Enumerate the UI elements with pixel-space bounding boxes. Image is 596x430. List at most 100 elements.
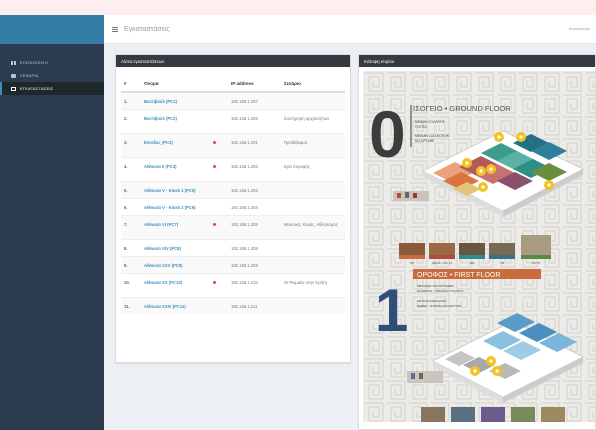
scenario-name: Οι Ρωμαίοι στην Κρήτη (281, 272, 345, 297)
scenario-name (281, 91, 345, 109)
status-cell (210, 132, 228, 157)
first-floor-line: GREEK - ROMAN COLLECTION (417, 304, 461, 308)
installation-name-link[interactable]: Αίθουσα XIV (PC8) (141, 238, 210, 256)
first-floor-line: ΜΙΝΩΙΚΕΣ ΤΟΙΧΟΓΡΑΦΙΕΣ (417, 284, 454, 288)
user-menu[interactable]: Anonymous (569, 26, 590, 31)
legend-label: ΝΕΟΛ. + ΠΑ. Μ (432, 261, 452, 265)
dashboard-icon (11, 60, 16, 65)
ip-address: 192.168.1.210 (228, 272, 281, 297)
page-title: Εγκαταστάσεις (124, 25, 170, 33)
ip-address: 192.168.1.208 (228, 238, 281, 256)
panel-title: Λίστα εγκαταστάσεων (116, 55, 350, 67)
table-row: 1. Βεστιβούλ (PC1) 192.168.1.207 (121, 91, 345, 109)
status-cell (210, 108, 228, 133)
ip-address: 192.168.1.203 (228, 180, 281, 198)
status-cell (210, 296, 228, 314)
row-number: 1. (121, 91, 141, 109)
installation-name-link[interactable]: Αίθουσα VI (PC7) (141, 214, 210, 239)
menu-toggle-icon[interactable] (112, 26, 118, 32)
row-number: 5. (121, 180, 141, 198)
status-cell (210, 272, 228, 297)
row-number: 3. (121, 132, 141, 157)
scenario-name (281, 255, 345, 273)
row-number: 4. (121, 156, 141, 181)
monitor-icon (11, 86, 16, 91)
sidebar-item-scenarios[interactable]: ΣΕΝΑΡΙΑ (0, 69, 104, 82)
legend-label: ΜΜ (470, 261, 475, 265)
table-row: 9. Αίθουσα XXV (PC9) 192.168.1.209 (121, 255, 345, 273)
installation-name-link[interactable]: Είσοδος (PC3) (141, 132, 210, 157)
scenario-name: Ιερά Κορυφής (281, 156, 345, 181)
status-cell (210, 238, 228, 256)
ground-floor-number: 0 (369, 97, 406, 171)
status-dot-icon (213, 140, 216, 144)
ip-address: 192.168.1.204 (228, 197, 281, 215)
ip-address: 192.168.1.202 (228, 156, 281, 181)
scenario-name (281, 197, 345, 215)
column-header: Όνομα (141, 75, 210, 93)
row-number: 9. (121, 255, 141, 273)
status-cell (210, 197, 228, 215)
floor-plan-image: 0 ΙΣΟΓΕΙΟ • GROUND FLOOR ΜΙΝΩΙΚΗ ΣΥΛΛΟΓΗ… (363, 71, 595, 422)
ground-floor-line: ΓΛΥΠΤΑ (415, 125, 427, 129)
sidebar-item-label: ΕΓΚΑΤΑΣΤΑΣΕΙΣ (20, 86, 54, 91)
installation-name-link[interactable]: Αίθουσα V - Kiosk 1 (PC5) (141, 180, 210, 198)
ip-address: 192.168.1.201 (228, 132, 281, 157)
legend-label: ΥΜ (500, 261, 505, 265)
ground-floor-heading: ΙΣΟΓΕΙΟ • GROUND FLOOR (413, 104, 511, 113)
table-row: 2. Βεστιβούλ (PC2) 192.168.1.206 Συντήρηση … (121, 108, 345, 133)
installation-name-link[interactable]: Βεστιβούλ (PC1) (141, 91, 210, 109)
sidebar: ΕΠΙΣΚΟΠΗΣΗ ΣΕΝΑΡΙΑ ΕΓΚΑΤΑΣΤΑΣΕΙΣ (0, 15, 104, 430)
status-cell (210, 255, 228, 273)
row-number: 7. (121, 214, 141, 239)
sidebar-item-label: ΣΕΝΑΡΙΑ (20, 73, 39, 78)
table-row: 6. Αίθουσα V - Kiosk 2 (PC6) 192.168.1.204 (121, 197, 345, 215)
status-cell (210, 180, 228, 198)
legend-label: ΓΛΥΠΤ (532, 261, 541, 265)
ip-address: 192.168.1.209 (228, 255, 281, 273)
table-row: 4. Αίθουσα ΙΙ (PC4) 192.168.1.202 Ιερά Κορυ… (121, 156, 345, 181)
scenario-name: Προθάλαμος (281, 132, 345, 157)
floor-plan-svg: 0 ΙΣΟΓΕΙΟ • GROUND FLOOR ΜΙΝΩΙΚΗ ΣΥΛΛΟΓΗ… (363, 71, 595, 422)
row-number: 8. (121, 238, 141, 256)
row-number: 11. (121, 296, 141, 314)
status-dot-icon (213, 222, 216, 226)
sidebar-logo (0, 15, 104, 44)
floor-plan-panel: Κάτοψη κτιρίου 0 ΙΣΟΓΕΙΟ • GROUND FLOOR … (358, 54, 596, 430)
top-header: Εγκαταστάσεις Anonymous (104, 15, 596, 44)
row-number: 10. (121, 272, 141, 297)
legend-label: ΓΛΥ (410, 261, 415, 265)
scenario-name: Μουσική, Χορός, Αθλητισμός (281, 214, 345, 239)
column-header: IP address (228, 75, 281, 93)
column-header (210, 75, 228, 93)
sidebar-item-overview[interactable]: ΕΠΙΣΚΟΠΗΣΗ (0, 56, 104, 69)
status-cell (210, 214, 228, 239)
installation-name-link[interactable]: Αίθουσα V - Kiosk 2 (PC6) (141, 197, 210, 215)
installation-name-link[interactable]: Βεστιβούλ (PC2) (141, 108, 210, 133)
panel-title: Κάτοψη κτιρίου (359, 55, 595, 67)
column-header: Σενάριο (281, 75, 345, 93)
sidebar-item-installations[interactable]: ΕΓΚΑΤΑΣΤΑΣΕΙΣ (0, 82, 104, 95)
ip-address: 192.168.1.211 (228, 296, 281, 314)
top-strip (0, 0, 596, 15)
installation-name-link[interactable]: Αίθουσα XXIV (PC11) (141, 296, 210, 314)
installation-name-link[interactable]: Αίθουσα ΙΙ (PC4) (141, 156, 210, 181)
installation-name-link[interactable]: Αίθουσα XX (PC10) (141, 272, 210, 297)
column-header: # (121, 75, 141, 93)
installation-name-link[interactable]: Αίθουσα XXV (PC9) (141, 255, 210, 273)
scenario-name (281, 296, 345, 314)
table-row: 7. Αίθουσα VI (PC7) 192.168.1.205 Μουσική, … (121, 214, 345, 239)
installations-table: # Όνομα IP address Σενάριο 1. Βεστιβούλ (… (121, 75, 345, 314)
ground-floor-line: SCULPTURE (415, 139, 434, 143)
status-cell (210, 91, 228, 109)
first-floor-number: 1 (375, 277, 408, 344)
table-row: 8. Αίθουσα XIV (PC8) 192.168.1.208 (121, 238, 345, 256)
scenario-name (281, 238, 345, 256)
table-row: 10. Αίθουσα XX (PC10) 192.168.1.210 Οι Ρωμα… (121, 272, 345, 297)
ground-floor-line: ΜΙΝΩΙΚΗ ΣΥΛΛΟΓΗ (415, 120, 445, 124)
scenario-name: Συντήρηση αρχαιοτήτων (281, 108, 345, 133)
ground-floor-line: MINOAN COLLECTION (415, 134, 450, 138)
table-row: 5. Αίθουσα V - Kiosk 1 (PC5) 192.168.1.203 (121, 180, 345, 198)
status-dot-icon (213, 280, 216, 284)
ip-address: 192.168.1.205 (228, 214, 281, 239)
